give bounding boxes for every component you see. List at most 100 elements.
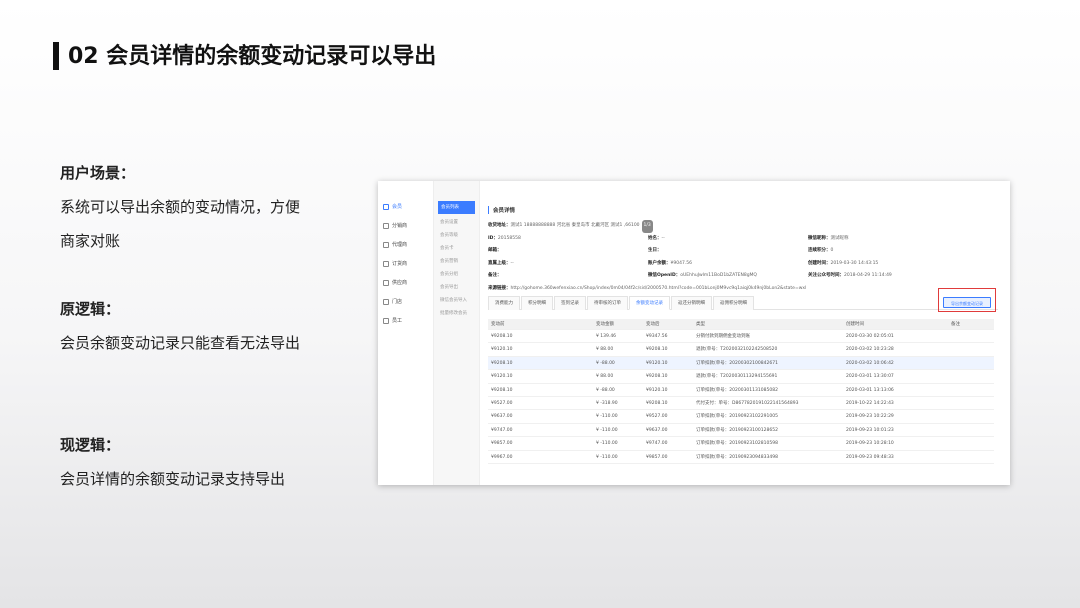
table-cell: ¥9208.10 [491, 387, 513, 393]
table-cell: ¥9527.00 [646, 414, 668, 420]
table-row: ¥9208.10 ¥ -88.00 ¥9120.10 订单扣款(单号：20200302… [488, 356, 994, 371]
table-row: ¥9857.00 ¥ -110.00 ¥9747.00 订单扣款(单号：2019092… [488, 437, 994, 451]
staff-icon [383, 318, 389, 324]
nav-item-orderer[interactable]: 订货商 [378, 255, 433, 274]
distributor-icon [383, 223, 389, 229]
subnav-member-list[interactable]: 会员列表 [438, 201, 475, 214]
section-body: 会员详情的余额变动记录支持导出 [60, 470, 286, 488]
section-heading: 原逻辑： [60, 300, 121, 318]
member-info: 收货地址：测试1 18888888888 河北省 秦皇岛市 北戴河区 测试1 ,… [488, 220, 998, 295]
subnav-member-settings[interactable]: 会员设置 [434, 216, 479, 229]
table-cell: ¥ -110.00 [596, 454, 618, 460]
table-cell: ¥9857.00 [646, 454, 668, 460]
subnav-member-card[interactable]: 会员卡 [434, 242, 479, 255]
table-cell: 2019-09-23 09:48:33 [846, 454, 894, 460]
table-row: ¥9120.10 ¥ 88.00 ¥9208.10 退款(单号：T2020030113… [488, 370, 994, 384]
subnav-member-level[interactable]: 会员等级 [434, 229, 479, 242]
table-cell: ¥9637.00 [646, 427, 668, 433]
table-cell: 订单扣款(单号：20190923100128652 [696, 427, 778, 433]
table-cell: ¥9208.10 [491, 334, 513, 339]
table-cell: 退款(单号：T2020030113294155691 [696, 374, 778, 380]
table-cell: ¥ -88.00 [596, 360, 615, 366]
subnav-member-marketing[interactable]: 会员营销 [434, 255, 479, 268]
table-cell: 订单扣款(单号：20200302100842671 [696, 360, 778, 366]
tab-balance-changes[interactable]: 余额变动记录 [629, 296, 670, 310]
tab-rebate-detail[interactable]: 返还分销明细 [671, 296, 712, 310]
nav-item-supplier[interactable]: 供应商 [378, 274, 433, 293]
table-row: ¥9747.00 ¥ -110.00 ¥9637.00 订单扣款(单号：2019092… [488, 424, 994, 438]
section-old-logic: 原逻辑： 会员余额变动记录只能查看无法导出 [60, 292, 310, 360]
table-cell: ¥9747.00 [491, 427, 513, 433]
table-cell [948, 357, 994, 369]
nav-item-store[interactable]: 门店 [378, 293, 433, 312]
table-cell: ¥ 139.46 [596, 334, 617, 339]
section-user-scenario: 用户场景： 系统可以导出余额的变动情况，方便商家对账 [60, 156, 310, 258]
secondary-sidebar: 会员列表 会员设置 会员等级 会员卡 会员营销 会员分组 会员导出 微信会员导入… [434, 181, 480, 485]
main-content: 会员详情 收货地址：测试1 18888888888 河北省 秦皇岛市 北戴河区 … [480, 181, 1010, 485]
table-row: ¥9208.10 ¥ -88.00 ¥9120.10 订单扣款(单号：20200301… [488, 384, 994, 397]
table-row: ¥9120.10 ¥ 88.00 ¥9208.10 退款(单号：T2020032102… [488, 343, 994, 357]
table-cell: ¥9527.00 [491, 400, 513, 406]
table-cell [948, 451, 994, 463]
table-cell [948, 330, 994, 342]
table-cell: ¥ -88.00 [596, 387, 615, 393]
section-body: 会员余额变动记录只能查看无法导出 [60, 334, 301, 352]
table-cell: ¥9120.10 [646, 387, 668, 393]
table-cell: 2020-03-30 02:05:01 [846, 334, 894, 339]
table-cell: ¥9208.10 [491, 360, 513, 366]
section-heading: 用户场景： [60, 164, 136, 182]
table-cell: 2020-03-01 13:13:06 [846, 387, 894, 393]
table-cell: ¥9747.00 [646, 441, 668, 447]
agent-icon [383, 242, 389, 248]
table-cell: 订单扣款(单号：20190923102810598 [696, 441, 778, 447]
balance-table: 变动前 变动金额 变动后 类型 创建时间 备注 ¥9208.10 ¥ 139.46… [488, 319, 994, 464]
table-cell: 2019-09-23 10:22:29 [846, 414, 894, 420]
title-accent-bar [53, 42, 59, 70]
table-cell [948, 397, 994, 409]
table-cell: 订单扣款(单号：20190923102291005 [696, 414, 778, 420]
tab-consumption[interactable]: 消费能力 [488, 296, 520, 310]
nav-item-staff[interactable]: 员工 [378, 312, 433, 331]
address-count-badge[interactable]: 1/3 [641, 220, 653, 233]
embedded-screenshot: 会员 分销商 代理商 订货商 供应商 门店 员工 会员列表 会员设置 会员等级 … [378, 181, 1010, 485]
table-cell: 订单扣款(单号：20200301131085082 [696, 387, 778, 393]
nav-item-agent[interactable]: 代理商 [378, 236, 433, 255]
table-row: ¥9527.00 ¥ -318.90 ¥9208.10 代付支付：单号：D867782… [488, 397, 994, 411]
table-cell: ¥9208.10 [646, 347, 668, 353]
table-cell: ¥9347.56 [646, 334, 668, 339]
tab-checkin[interactable]: 签到记录 [554, 296, 586, 310]
table-header: 变动前 变动金额 变动后 类型 创建时间 备注 [488, 319, 994, 330]
table-cell: ¥ -110.00 [596, 414, 618, 420]
table-cell [948, 343, 994, 355]
member-icon [383, 204, 389, 210]
tab-pending-orders[interactable]: 待审核的订单 [587, 296, 628, 310]
table-cell: ¥ 88.00 [596, 347, 614, 353]
subnav-member-export[interactable]: 会员导出 [434, 281, 479, 294]
subnav-member-group[interactable]: 会员分组 [434, 268, 479, 281]
tab-commission-points[interactable]: 返佣积分明细 [713, 296, 754, 310]
tab-points-detail[interactable]: 积分明细 [521, 296, 553, 310]
table-row: ¥9967.00 ¥ -110.00 ¥9857.00 订单扣款(单号：2019092… [488, 451, 994, 464]
table-row: ¥9637.00 ¥ -110.00 ¥9527.00 订单扣款(单号：2019092… [488, 410, 994, 424]
table-cell: ¥9637.00 [491, 414, 513, 420]
detail-tabs: 消费能力 积分明细 签到记录 待审核的订单 余额变动记录 返还分销明细 返佣积分… [488, 296, 998, 310]
table-cell: ¥ -318.90 [596, 400, 618, 406]
export-balance-button[interactable]: 导出余额变动记录 [943, 297, 991, 308]
nav-item-member[interactable]: 会员 [378, 198, 433, 217]
section-heading: 现逻辑： [60, 436, 121, 454]
table-cell [948, 410, 994, 422]
table-cell: ¥9120.10 [491, 374, 513, 380]
nav-item-distributor[interactable]: 分销商 [378, 217, 433, 236]
table-cell: ¥ -110.00 [596, 441, 618, 447]
subnav-bulk-edit[interactable]: 批量修改会员 [434, 307, 479, 320]
subnav-wechat-import[interactable]: 微信会员导入 [434, 294, 479, 307]
table-cell: 订单扣款(单号：20190923094833498 [696, 454, 778, 460]
table-cell: 退款(单号：T2020032102242508520 [696, 347, 778, 353]
section-new-logic: 现逻辑： 会员详情的余额变动记录支持导出 [60, 428, 310, 496]
page-title: 会员详情 [488, 206, 515, 214]
table-cell: ¥ 88.00 [596, 374, 614, 380]
section-body: 系统可以导出余额的变动情况，方便商家对账 [60, 198, 301, 250]
table-cell: 代付支付：单号：D8677820191022141564893 [696, 400, 799, 406]
store-icon [383, 299, 389, 305]
supplier-icon [383, 280, 389, 286]
